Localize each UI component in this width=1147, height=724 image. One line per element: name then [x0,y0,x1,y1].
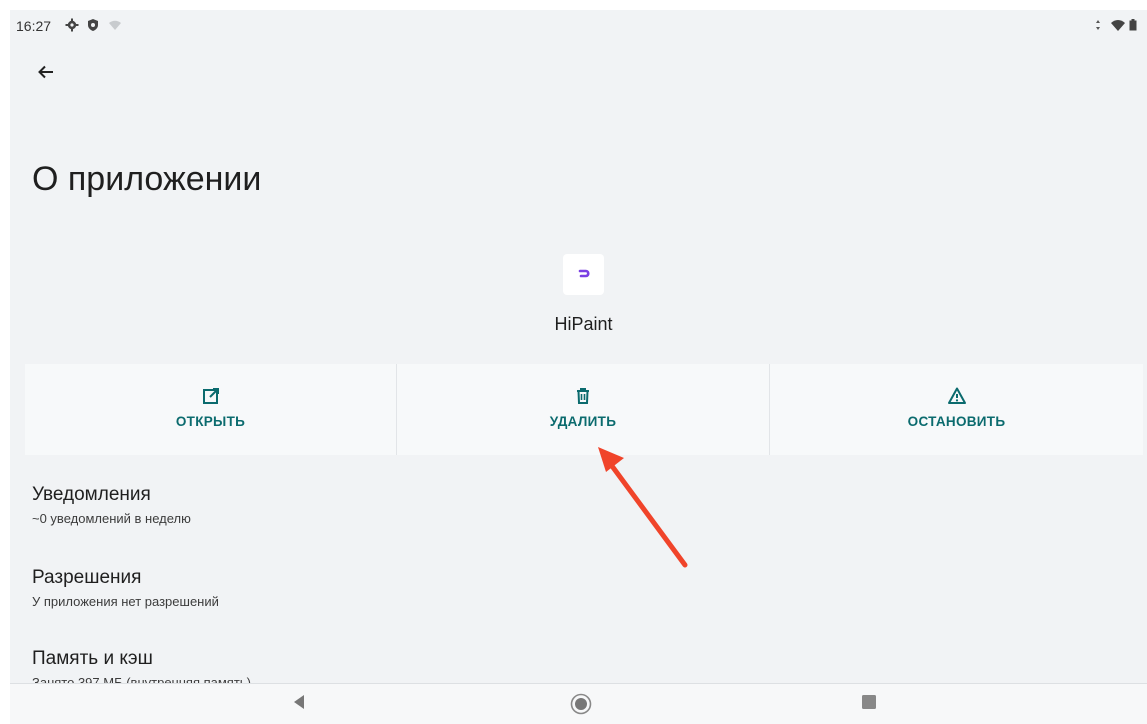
pref-permissions[interactable]: Разрешения У приложения нет разрешений [32,567,219,609]
nav-recents-icon[interactable] [862,695,876,709]
app-icon [563,254,604,295]
wifi-icon [109,20,121,30]
uninstall-button-label: УДАЛИТЬ [549,414,617,429]
open-button-label: ОТКРЫТЬ [175,414,246,429]
shield-icon [88,19,98,31]
action-buttons-row: ОТКРЫТЬ УДАЛИТЬ ОСТАНОВИТЬ [25,364,1143,455]
uninstall-button[interactable]: УДАЛИТЬ [397,364,770,455]
gear-icon [65,18,79,32]
hipaint-logo-icon [578,269,590,277]
app-info-screen: 16:27 О приложении HiPaint ОТКРЫТЬ УДАЛИ… [10,10,1147,724]
warning-icon [947,387,966,404]
pref-storage-title: Память и кэш [32,648,153,669]
back-arrow-icon [38,65,53,79]
open-external-icon [202,388,219,404]
navigation-bar [10,683,1147,724]
pref-notifications-title: Уведомления [32,484,151,505]
data-arrows-icon [1096,20,1101,30]
nav-home-icon[interactable] [570,693,592,715]
pref-notifications-summary: ~0 уведомлений в неделю [32,511,191,526]
status-right-icons [1095,18,1137,34]
wifi-signal-icon [1111,20,1126,31]
force-stop-button[interactable]: ОСТАНОВИТЬ [770,364,1143,455]
pref-notifications[interactable]: Уведомления ~0 уведомлений в неделю [32,484,191,526]
back-button[interactable] [30,58,62,86]
force-stop-button-label: ОСТАНОВИТЬ [907,414,1006,429]
app-name: HiPaint [554,314,613,334]
pref-permissions-summary: У приложения нет разрешений [32,594,219,609]
open-button[interactable]: ОТКРЫТЬ [25,364,397,455]
trash-icon [577,388,589,404]
status-time: 16:27 [16,18,52,34]
pref-permissions-title: Разрешения [32,567,142,588]
nav-back-icon[interactable] [292,694,306,710]
status-bar: 16:27 [10,10,1147,38]
page-title: О приложении [32,160,262,198]
battery-icon [1129,19,1137,31]
